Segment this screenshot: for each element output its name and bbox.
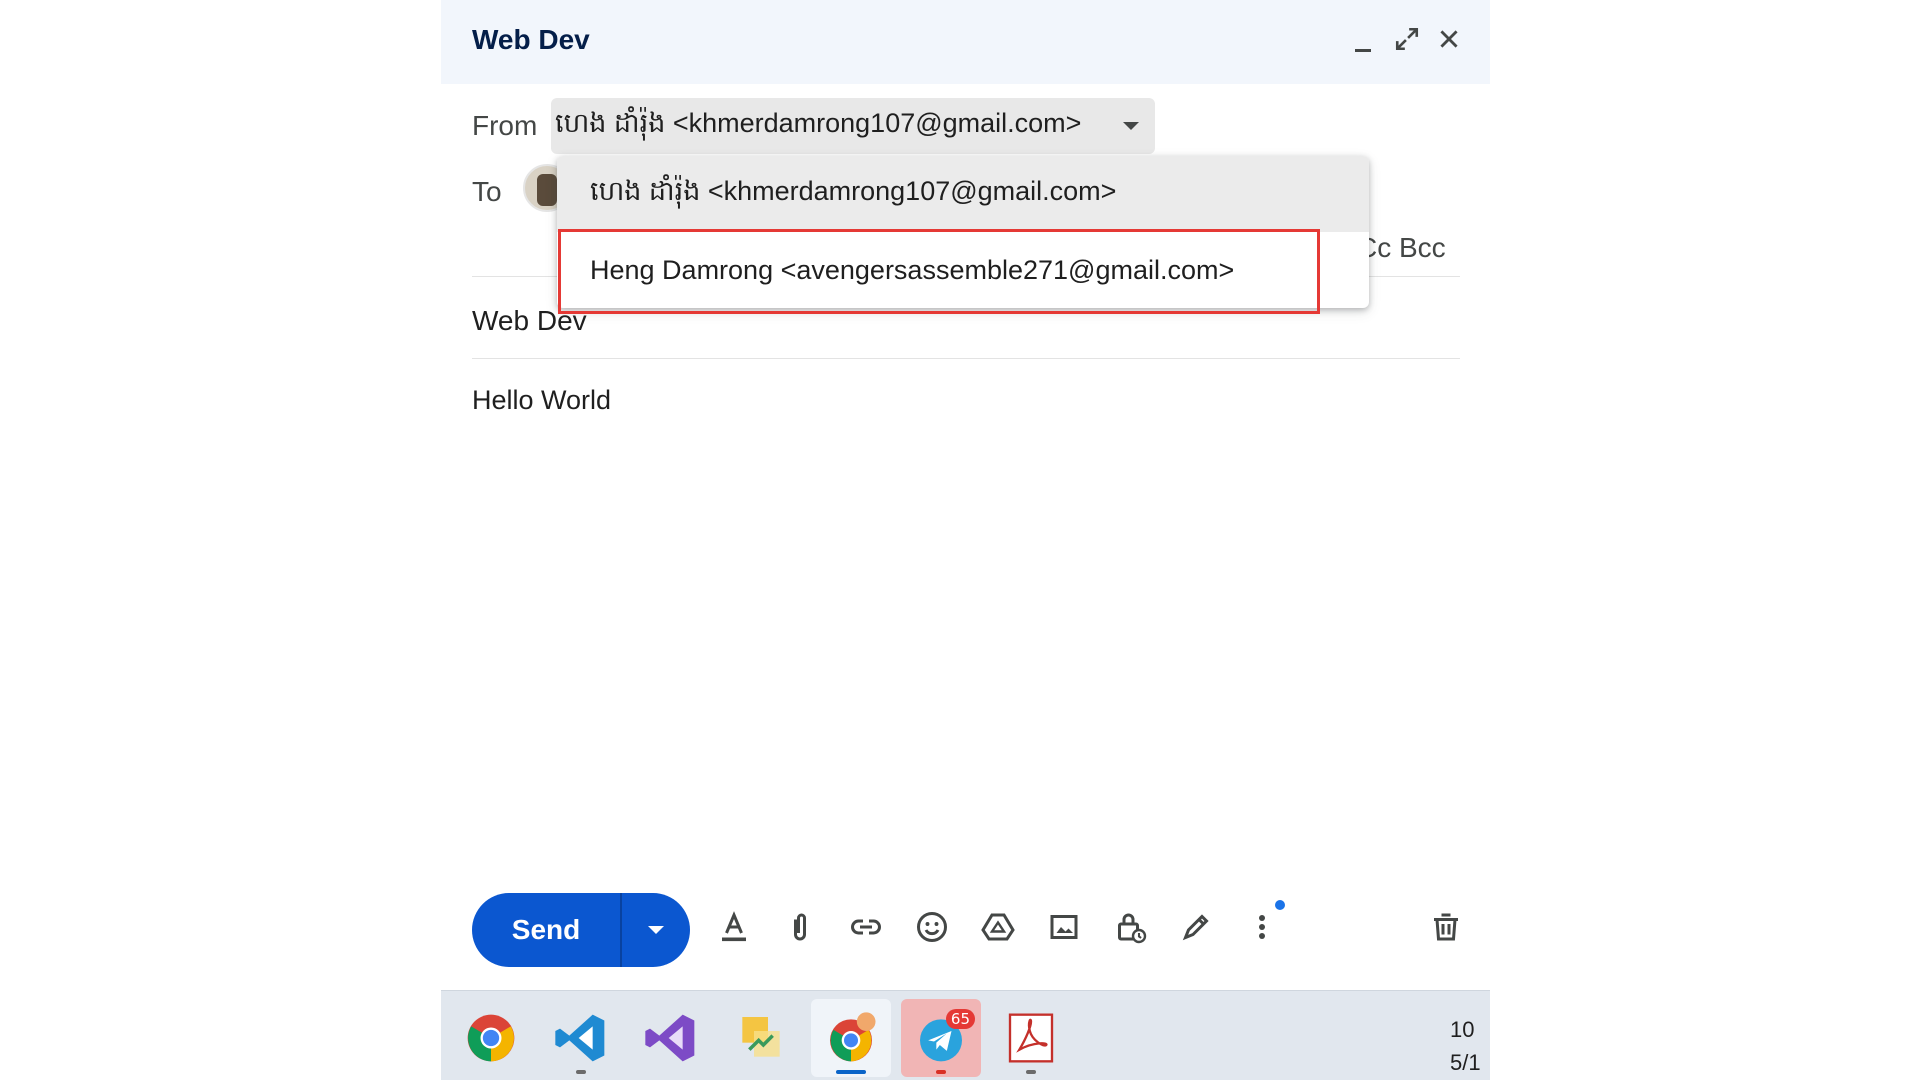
running-indicator <box>576 1070 586 1074</box>
expand-icon[interactable] <box>1394 26 1419 56</box>
confidential-icon[interactable] <box>1108 905 1152 949</box>
running-indicator <box>936 1070 946 1074</box>
from-option-khmerdamrong[interactable]: ហេង ដាំរ៉ុង <khmerdamrong107@gmail.com> <box>557 156 1369 232</box>
drive-icon[interactable] <box>976 905 1020 949</box>
send-button[interactable]: Send <box>472 893 622 967</box>
delete-icon[interactable] <box>1424 905 1468 949</box>
vscode-app-icon[interactable] <box>541 999 621 1077</box>
running-indicator <box>1026 1070 1036 1074</box>
divider <box>472 358 1460 359</box>
message-body[interactable]: Hello World <box>472 385 611 416</box>
visual-studio-app-icon[interactable] <box>631 999 711 1077</box>
clock-date: 5/1 <box>1450 1050 1481 1075</box>
formatting-icon[interactable] <box>712 905 756 949</box>
unread-badge: 65 <box>945 1009 975 1029</box>
from-dropdown-menu: ហេង ដាំរ៉ុង <khmerdamrong107@gmail.com> … <box>557 156 1369 308</box>
photo-editor-app-icon[interactable] <box>721 999 801 1077</box>
active-indicator <box>836 1070 866 1074</box>
chrome-profile-app-icon[interactable] <box>811 999 891 1077</box>
to-label: To <box>472 176 502 207</box>
send-options-button[interactable] <box>622 893 690 967</box>
telegram-app-icon[interactable]: 65 <box>901 999 981 1077</box>
emoji-icon[interactable] <box>910 905 954 949</box>
link-icon[interactable] <box>844 905 888 949</box>
from-select-value: ហេង ដាំរ៉ុង <khmerdamrong107@gmail.com> <box>555 107 1082 138</box>
compose-title: Web Dev <box>472 24 590 55</box>
acrobat-app-icon[interactable] <box>991 999 1071 1077</box>
from-option-avengersassemble[interactable]: Heng Damrong <avengersassemble271@gmail.… <box>557 232 1369 308</box>
clock-time: 10 <box>1450 1017 1475 1042</box>
caret-down-icon <box>1123 122 1139 130</box>
system-clock[interactable]: 10 5/1 <box>1450 1013 1490 1079</box>
image-icon[interactable] <box>1042 905 1086 949</box>
chrome-app-icon[interactable] <box>451 999 531 1077</box>
caret-down-icon <box>648 926 664 934</box>
taskbar: 65 10 5/1 <box>441 990 1490 1080</box>
more-options-icon[interactable] <box>1240 905 1284 949</box>
compose-window: Web Dev From ហេង ដាំរ៉ុង <khmerdamrong10… <box>441 0 1490 990</box>
cc-bcc-link[interactable]: Cc Bcc <box>1357 232 1446 264</box>
from-label: From <box>472 110 538 141</box>
signature-icon[interactable] <box>1174 905 1218 949</box>
notification-dot <box>1275 900 1285 910</box>
attach-icon[interactable] <box>778 905 822 949</box>
subject-field[interactable]: Web Dev <box>472 305 587 337</box>
compose-header: Web Dev <box>441 0 1490 84</box>
window-controls <box>1352 26 1460 56</box>
close-icon[interactable] <box>1436 26 1460 56</box>
minimize-icon[interactable] <box>1352 26 1376 56</box>
from-select[interactable]: ហេង ដាំរ៉ុង <khmerdamrong107@gmail.com> <box>551 98 1155 154</box>
send-button-group: Send <box>472 893 690 967</box>
